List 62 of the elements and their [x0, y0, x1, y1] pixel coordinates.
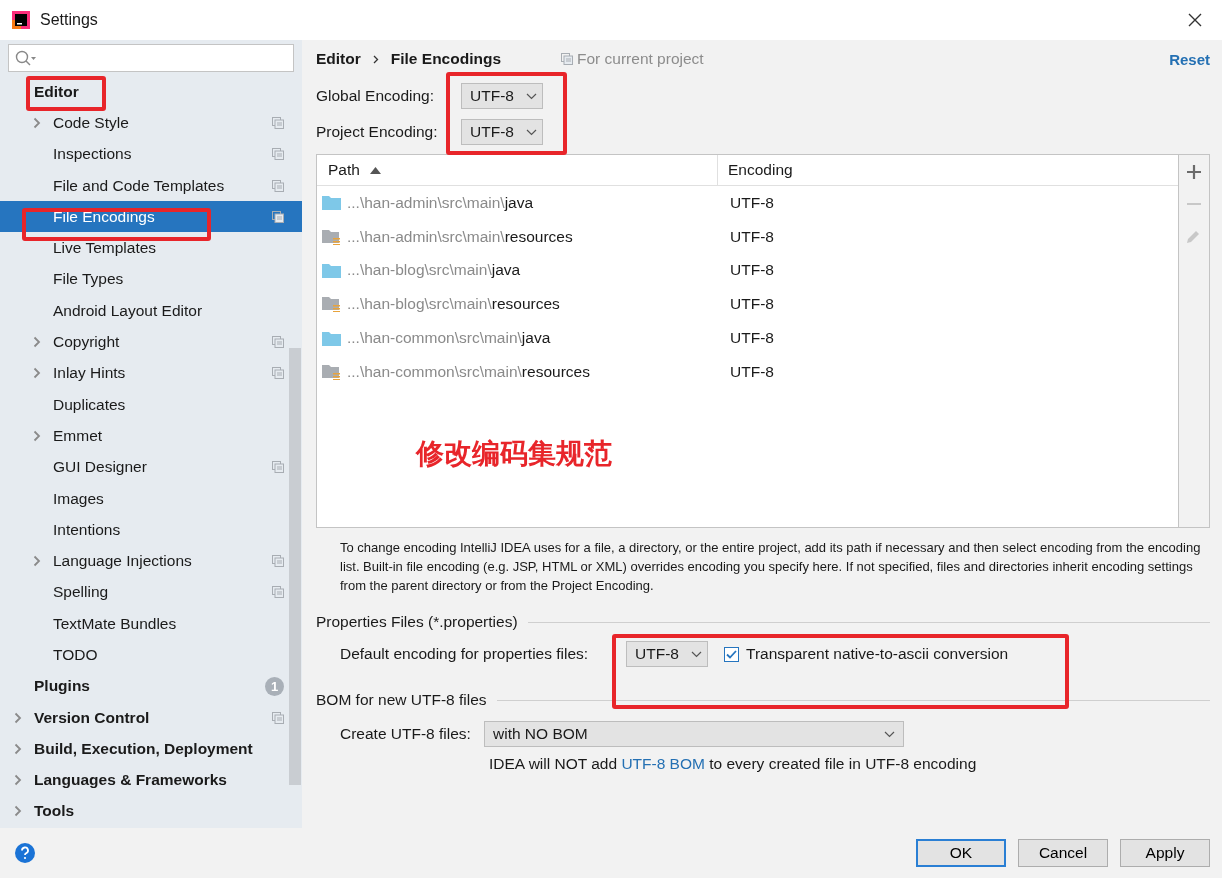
column-header[interactable]: Path: [317, 155, 717, 185]
section-title: Properties Files (*.properties): [316, 613, 518, 631]
path-cell: ...\han-admin\src\main\java: [317, 193, 721, 212]
encoding-cell-text: UTF-8: [729, 261, 774, 280]
help-text: To change encoding IntelliJ IDEA uses for a file, a directory, or the entire project, add its path if necessary and then select encoding from the encoding list. Built-in file encoding (e.g. JSP, HTML or XML) overrides encoding you specify here. If not specified, files and directories inherit encoding settings from the parent directory or from the Project Encoding.: [340, 539, 1202, 595]
tree-item[interactable]: Plugins 1: [0, 670, 302, 702]
tree-item[interactable]: Intentions: [0, 514, 302, 546]
tree-item[interactable]: Duplicates: [0, 388, 302, 421]
field-label: Global Encoding:: [316, 87, 436, 105]
path-cell: ...\han-admin\src\main\resources: [317, 227, 721, 246]
encoding-dropdown[interactable]: UTF-8: [626, 641, 708, 667]
tree-item[interactable]: Editor: [0, 76, 302, 108]
tree-item[interactable]: TODO: [0, 639, 302, 671]
tree-item[interactable]: Emmet: [0, 420, 302, 452]
dialog-button[interactable]: Apply: [1120, 839, 1210, 867]
annotation-text: 修改编码集规范: [416, 437, 612, 471]
tree-item[interactable]: Copyright: [0, 326, 302, 358]
tree-item[interactable]: Live Templates: [0, 232, 302, 264]
tree-item[interactable]: Inspections: [0, 138, 302, 170]
checkbox-label: Transparent native-to-ascii conversion: [746, 645, 1009, 663]
encoding-cell-text: UTF-8: [729, 295, 774, 314]
encoding-cell-text: UTF-8: [729, 362, 774, 381]
path-cell: ...\han-blog\src\main\java: [317, 261, 721, 280]
bom-dropdown[interactable]: with NO BOM: [484, 721, 904, 747]
encoding-dropdown[interactable]: UTF-8: [461, 119, 543, 145]
bom-link[interactable]: UTF-8 BOM: [621, 755, 705, 772]
tree-item[interactable]: Language Injections: [0, 545, 302, 577]
encoding-cell-text: UTF-8: [729, 193, 774, 212]
path-cell: ...\han-common\src\main\java: [317, 329, 721, 348]
scope-label: For current project: [577, 50, 704, 68]
tree-item[interactable]: File and Code Templates: [0, 169, 302, 202]
window-title: Settings: [40, 11, 98, 29]
count-badge: 1: [265, 676, 284, 696]
breadcrumb-item: File Encodings: [390, 50, 501, 68]
tree-item[interactable]: Languages & Frameworks: [0, 764, 302, 796]
tree-item[interactable]: GUI Designer: [0, 451, 302, 483]
field-label: Project Encoding:: [316, 123, 439, 141]
tree-item[interactable]: File Types: [0, 263, 302, 296]
reset-link[interactable]: Reset: [1169, 50, 1210, 68]
tree-item[interactable]: Version Control: [0, 701, 302, 734]
tree-item[interactable]: Inlay Hints: [0, 357, 302, 389]
encoding-cell-text: UTF-8: [729, 227, 774, 246]
tree-item[interactable]: File Encodings: [0, 201, 302, 233]
field-label: Default encoding for properties files:: [340, 645, 590, 663]
section-title: BOM for new UTF-8 files: [316, 691, 487, 709]
breadcrumb-item: Editor: [316, 50, 361, 68]
encoding-dropdown[interactable]: UTF-8: [461, 83, 543, 109]
bom-note: IDEA will NOT add UTF-8 BOM to every created file in UTF-8 encoding: [489, 755, 978, 773]
tree-item[interactable]: Build, Execution, Deployment: [0, 733, 302, 765]
encoding-cell-text: UTF-8: [729, 329, 774, 348]
tree-item[interactable]: Tools: [0, 795, 302, 828]
path-cell: ...\han-common\src\main\resources: [317, 362, 721, 381]
tree-item[interactable]: Images: [0, 482, 302, 515]
tree-item[interactable]: TextMate Bundles: [0, 608, 302, 640]
path-cell: ...\han-blog\src\main\resources: [317, 295, 721, 314]
tree-item[interactable]: Android Layout Editor: [0, 295, 302, 327]
dialog-button[interactable]: Cancel: [1018, 839, 1108, 867]
column-header[interactable]: Encoding: [717, 155, 793, 185]
tree-item[interactable]: Code Style: [0, 107, 302, 139]
tree-item[interactable]: Spelling: [0, 576, 302, 609]
field-label: Create UTF-8 files:: [340, 725, 470, 743]
dialog-button[interactable]: OK: [916, 839, 1006, 867]
